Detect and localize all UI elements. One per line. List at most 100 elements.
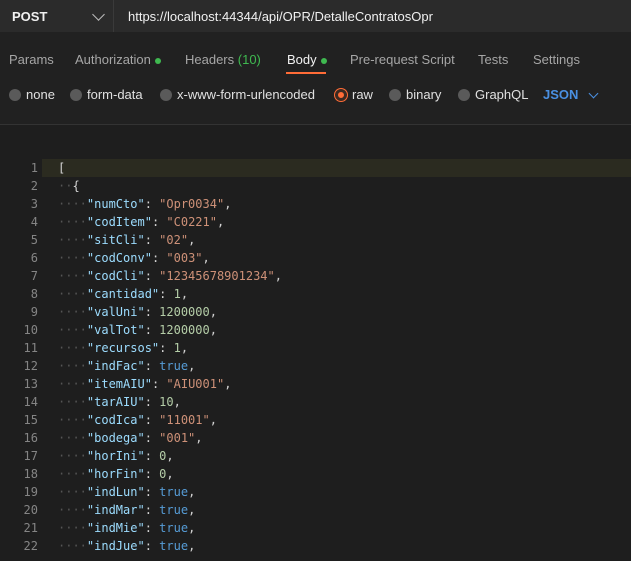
radio-raw-label[interactable]: raw bbox=[352, 87, 373, 102]
radio-x-www-form-urlencoded-label[interactable]: x-www-form-urlencoded bbox=[177, 87, 315, 102]
line-number: 3 bbox=[30, 197, 38, 211]
method-label: POST bbox=[12, 8, 48, 24]
json-value: "11001" bbox=[159, 413, 210, 427]
radio-binary[interactable] bbox=[389, 89, 401, 101]
line-number: 14 bbox=[23, 395, 38, 409]
tab-authorization[interactable]: Authorization bbox=[75, 52, 161, 67]
line-number: 13 bbox=[23, 377, 38, 391]
json-key: "indLun" bbox=[86, 485, 145, 499]
json-key: "recursos" bbox=[86, 341, 160, 355]
json-value: true bbox=[159, 539, 189, 553]
json-value: true bbox=[159, 503, 189, 517]
line-number: 18 bbox=[23, 467, 38, 481]
line-number: 7 bbox=[30, 269, 38, 283]
json-key: "codIca" bbox=[86, 413, 145, 427]
body-format-select[interactable]: JSON bbox=[543, 87, 578, 102]
line-number: 11 bbox=[23, 341, 38, 355]
tab-body[interactable]: Body bbox=[287, 52, 327, 67]
active-tab-underline bbox=[286, 72, 326, 74]
json-key: "horFin" bbox=[86, 467, 145, 481]
code-line: ····"codConv": "003", bbox=[58, 251, 210, 265]
tab-pre-request-script-label: Pre-request Script bbox=[350, 52, 455, 67]
radio-x-www-form-urlencoded[interactable] bbox=[160, 89, 172, 101]
line-number: 19 bbox=[23, 485, 38, 499]
status-dot-icon bbox=[154, 57, 161, 64]
line-number: 20 bbox=[23, 503, 38, 517]
json-value: "001" bbox=[159, 431, 196, 445]
radio-graphql-label[interactable]: GraphQL bbox=[475, 87, 528, 102]
json-key: "valTot" bbox=[86, 323, 145, 337]
json-value: 1200000 bbox=[159, 305, 210, 319]
line-number: 15 bbox=[23, 413, 38, 427]
code-line: ··{ bbox=[58, 179, 80, 193]
json-key: "indFac" bbox=[86, 359, 145, 373]
json-value: true bbox=[159, 359, 189, 373]
headers-count: (10) bbox=[237, 52, 261, 67]
json-value: 1 bbox=[173, 341, 181, 355]
json-value: "C0221" bbox=[166, 215, 217, 229]
line-number: 5 bbox=[30, 233, 38, 247]
code-line: ····"recursos": 1, bbox=[58, 341, 189, 355]
radio-form-data-label[interactable]: form-data bbox=[87, 87, 143, 102]
radio-graphql[interactable] bbox=[458, 89, 470, 101]
code-line: ····"valUni": 1200000, bbox=[58, 305, 217, 319]
body-editor[interactable]: 1 [2 ··{ 3 ····"numCto": "Opr0034", 4 ····"cod… bbox=[0, 124, 631, 561]
code-line: ····"numCto": "Opr0034", bbox=[58, 197, 232, 211]
tab-body-label: Body bbox=[287, 52, 317, 67]
json-key: "valUni" bbox=[86, 305, 145, 319]
tab-headers[interactable]: Headers (10) bbox=[185, 52, 261, 67]
chevron-down-icon[interactable] bbox=[588, 88, 599, 99]
code-line: ····"sitCli": "02", bbox=[58, 233, 196, 247]
code-line: ····"itemAIU": "AIU001", bbox=[58, 377, 232, 391]
json-key: "codConv" bbox=[86, 251, 152, 265]
code-line: ····"valTot": 1200000, bbox=[58, 323, 217, 337]
tab-authorization-label: Authorization bbox=[75, 52, 151, 67]
json-key: "indMar" bbox=[86, 503, 145, 517]
radio-raw[interactable] bbox=[335, 89, 347, 101]
request-bar: POST https://localhost:44344/api/OPR/Det… bbox=[0, 0, 631, 32]
line-number: 10 bbox=[23, 323, 38, 337]
json-key: "codCli" bbox=[86, 269, 145, 283]
code-line: ····"indMie": true, bbox=[58, 521, 196, 535]
tab-headers-label: Headers bbox=[185, 52, 235, 67]
tab-pre-request-script[interactable]: Pre-request Script bbox=[350, 52, 455, 67]
radio-none[interactable] bbox=[9, 89, 21, 101]
url-input[interactable]: https://localhost:44344/api/OPR/DetalleC… bbox=[114, 0, 631, 32]
json-value: "Opr0034" bbox=[159, 197, 225, 211]
code-line: ····"horFin": 0, bbox=[58, 467, 174, 481]
code-line: ····"cantidad": 1, bbox=[58, 287, 189, 301]
method-select[interactable]: POST bbox=[0, 0, 114, 32]
tab-settings-label: Settings bbox=[533, 52, 580, 67]
line-number: 22 bbox=[23, 539, 38, 553]
code-line: ····"indFac": true, bbox=[58, 359, 196, 373]
json-bracket: { bbox=[72, 179, 80, 193]
code-line: ····"codCli": "12345678901234", bbox=[58, 269, 282, 283]
radio-binary-label[interactable]: binary bbox=[406, 87, 441, 102]
json-value: "003" bbox=[166, 251, 203, 265]
json-value: true bbox=[159, 485, 189, 499]
radio-none-label[interactable]: none bbox=[26, 87, 55, 102]
line-number: 4 bbox=[30, 215, 38, 229]
code-line: ····"codIca": "11001", bbox=[58, 413, 217, 427]
tab-params[interactable]: Params bbox=[9, 52, 54, 67]
tab-settings[interactable]: Settings bbox=[533, 52, 580, 67]
line-number: 21 bbox=[23, 521, 38, 535]
tab-tests[interactable]: Tests bbox=[478, 52, 508, 67]
radio-form-data[interactable] bbox=[70, 89, 82, 101]
json-value: "12345678901234" bbox=[159, 269, 275, 283]
json-value: 1200000 bbox=[159, 323, 210, 337]
json-key: "indMie" bbox=[86, 521, 145, 535]
code-line: ····"indLun": true, bbox=[58, 485, 196, 499]
json-key: "indJue" bbox=[86, 539, 145, 553]
json-value: "02" bbox=[159, 233, 189, 247]
json-value: "AIU001" bbox=[166, 377, 225, 391]
code-line: ····"bodega": "001", bbox=[58, 431, 203, 445]
json-value: 10 bbox=[159, 395, 174, 409]
chevron-down-icon bbox=[92, 7, 105, 21]
json-bracket: [ bbox=[58, 161, 66, 175]
line-number: 2 bbox=[30, 179, 38, 193]
tab-tests-label: Tests bbox=[478, 52, 509, 67]
json-key: "bodega" bbox=[86, 431, 145, 445]
request-tabs: Params Authorization Headers (10) Body P… bbox=[0, 40, 631, 76]
status-dot-icon bbox=[320, 57, 327, 64]
